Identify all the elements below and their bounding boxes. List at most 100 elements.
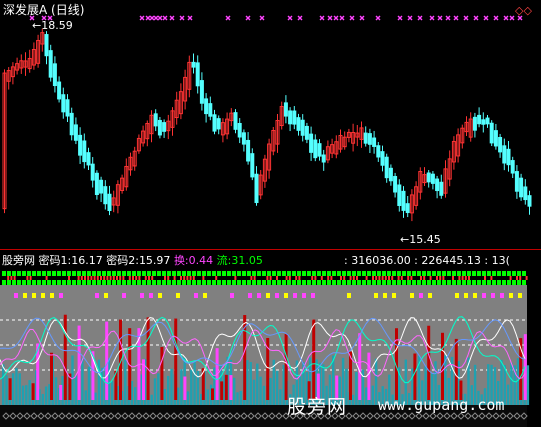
indicator-header: 股旁网 密码1:16.17 密码2:15.97 换:0.44 流:31.05 — [2, 254, 263, 267]
green-dot-row — [302, 280, 306, 285]
green-dot-row — [387, 280, 391, 285]
red-marker — [109, 276, 112, 280]
green-dot-row — [457, 280, 461, 285]
green-dot-row — [277, 280, 281, 285]
red-marker — [80, 276, 83, 280]
green-dot-row — [472, 280, 476, 285]
mima1-label: 密码1: — [38, 254, 72, 267]
red-marker — [266, 276, 269, 280]
candle-body — [367, 133, 372, 145]
green-dot-row — [7, 271, 11, 276]
green-dot-row — [492, 280, 496, 285]
candle-body — [94, 172, 99, 195]
green-dot-row — [237, 271, 241, 276]
red-marker — [343, 276, 346, 280]
green-dot-row — [167, 280, 171, 285]
candle-body — [52, 63, 57, 87]
green-dot-row — [307, 271, 311, 276]
red-marker — [288, 276, 291, 280]
red-marker — [138, 276, 141, 280]
volume-bar — [190, 369, 193, 405]
green-dot-row — [452, 280, 456, 285]
signal-marker — [176, 293, 180, 298]
red-marker — [103, 276, 106, 280]
green-dot-row — [107, 280, 111, 285]
green-dot-row — [322, 271, 326, 276]
green-dot-row — [352, 280, 356, 285]
green-dot-row — [347, 280, 351, 285]
green-dot-row — [182, 280, 186, 285]
green-dot-row — [182, 271, 186, 276]
red-bar — [284, 333, 288, 400]
red-marker — [189, 276, 192, 280]
green-dot-row — [37, 280, 41, 285]
candle-body — [477, 114, 482, 125]
watermark-brand: 股旁网 — [287, 396, 348, 418]
volume-bar — [153, 378, 157, 405]
green-dot-row — [422, 271, 426, 276]
green-dot-row — [112, 280, 116, 285]
green-dot-row — [292, 280, 296, 285]
red-marker — [215, 276, 218, 280]
volume-bar — [269, 377, 272, 405]
volume-bar — [186, 391, 190, 405]
volume-bar — [81, 358, 84, 405]
candle-body — [195, 62, 200, 87]
red-marker — [311, 276, 314, 280]
red-marker — [13, 276, 16, 280]
high-price-label: ←18.59 — [32, 19, 73, 32]
candle-body — [493, 130, 498, 147]
diamond-marker: ◇◇ — [515, 4, 532, 17]
chart-window[interactable]: 深发展A (日线) ◇◇ ←18.59 ←15.45 股旁网 密码1:16.17… — [0, 0, 541, 427]
signal-marker — [203, 293, 207, 298]
volume-bar — [262, 385, 266, 405]
green-dot-row — [62, 271, 66, 276]
volume-bar — [94, 392, 97, 405]
green-dot-row — [77, 280, 81, 285]
green-dot-row — [242, 271, 246, 276]
red-marker — [320, 276, 323, 280]
watermark-url: www.gupang.com — [378, 396, 505, 414]
volume-bar — [84, 390, 87, 405]
green-dot-row — [232, 280, 236, 285]
red-marker — [340, 276, 342, 280]
red-marker — [352, 276, 355, 280]
red-marker — [365, 276, 368, 280]
red-marker — [525, 276, 528, 280]
red-bar — [454, 338, 458, 400]
candle-body — [241, 132, 246, 145]
candle-body — [388, 167, 393, 182]
volume-bar — [21, 385, 25, 405]
red-bar — [50, 352, 53, 400]
red-bar — [224, 374, 228, 400]
green-dot-row — [372, 271, 376, 276]
green-dot-row — [287, 271, 291, 276]
green-dot-row — [512, 280, 516, 285]
red-marker — [295, 276, 298, 280]
candle-body — [502, 145, 507, 164]
candle-body — [233, 112, 238, 130]
green-dot-row — [437, 271, 441, 276]
green-dot-row — [2, 271, 6, 276]
volume-bar — [239, 390, 242, 405]
candle-body — [506, 148, 511, 166]
red-marker — [330, 276, 333, 280]
green-dot-row — [427, 280, 431, 285]
green-dot-row — [442, 271, 446, 276]
green-dot-row — [82, 271, 86, 276]
red-marker — [391, 276, 394, 280]
green-dot-row — [122, 280, 126, 285]
green-dot-row — [102, 271, 106, 276]
volume-bar — [246, 360, 249, 405]
huan-label: 换: — [173, 254, 189, 267]
candlestick-chart[interactable] — [0, 0, 541, 250]
candle-body — [90, 163, 95, 181]
green-dot-row — [152, 271, 156, 276]
green-dot-row — [512, 271, 516, 276]
red-marker — [148, 276, 150, 280]
candle-body — [510, 160, 515, 174]
candle-body — [44, 34, 49, 57]
green-dot-row — [212, 271, 216, 276]
red-marker — [468, 276, 470, 280]
green-dot-row — [102, 280, 106, 285]
